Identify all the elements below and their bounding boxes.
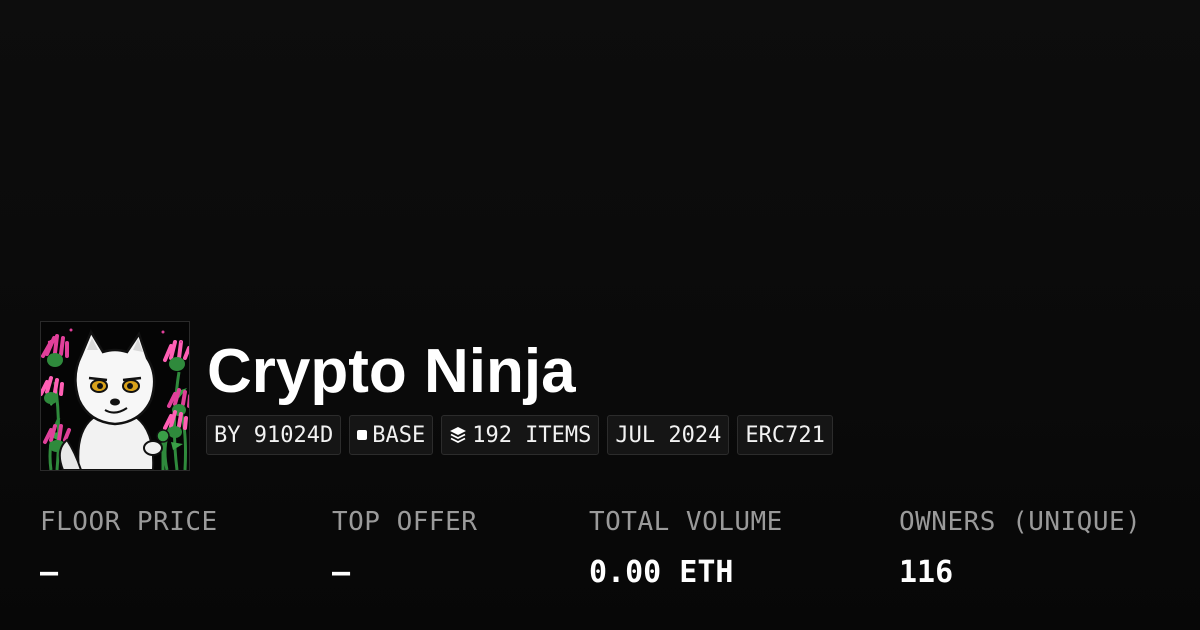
stat-value: 0.00 ETH	[589, 555, 734, 590]
chain-badge: BASE	[349, 415, 434, 455]
stat-owners: OWNERS (UNIQUE) 116	[899, 505, 1141, 591]
creator-badge: BY 91024D	[206, 415, 342, 455]
standard-badge: ERC721	[737, 415, 833, 455]
collection-avatar	[40, 321, 190, 471]
stat-total-volume: TOTAL VOLUME 0.00 ETH	[589, 505, 783, 591]
og-card: Crypto Ninja BY 91024D BASE 192 ITEMS JU…	[0, 0, 1200, 630]
standard-badge-label: ERC721	[745, 422, 825, 448]
stat-label: FLOOR PRICE	[40, 507, 218, 537]
stat-label: OWNERS (UNIQUE)	[899, 507, 1142, 537]
stat-top-offer: TOP OFFER —	[332, 505, 477, 591]
items-badge: 192 ITEMS	[441, 415, 600, 455]
collection-title: Crypto Ninja	[207, 337, 576, 406]
square-icon	[357, 430, 368, 440]
stat-label: TOP OFFER	[332, 507, 478, 537]
date-badge-label: JUL 2024	[615, 422, 722, 448]
items-badge-label: 192 ITEMS	[472, 422, 592, 448]
chain-badge-label: BASE	[372, 422, 426, 448]
stat-floor-price: FLOOR PRICE —	[40, 505, 218, 591]
creator-badge-label: BY 91024D	[214, 422, 334, 448]
date-badge: JUL 2024	[607, 415, 730, 455]
layers-icon	[449, 426, 467, 444]
stat-value: —	[40, 555, 59, 590]
collection-badges: BY 91024D BASE 192 ITEMS JUL 2024 ERC721	[206, 415, 833, 455]
stat-label: TOTAL VOLUME	[589, 507, 783, 537]
stat-value: —	[332, 555, 351, 590]
white-wolf-avatar-icon	[41, 322, 189, 470]
stat-value: 116	[899, 555, 954, 590]
